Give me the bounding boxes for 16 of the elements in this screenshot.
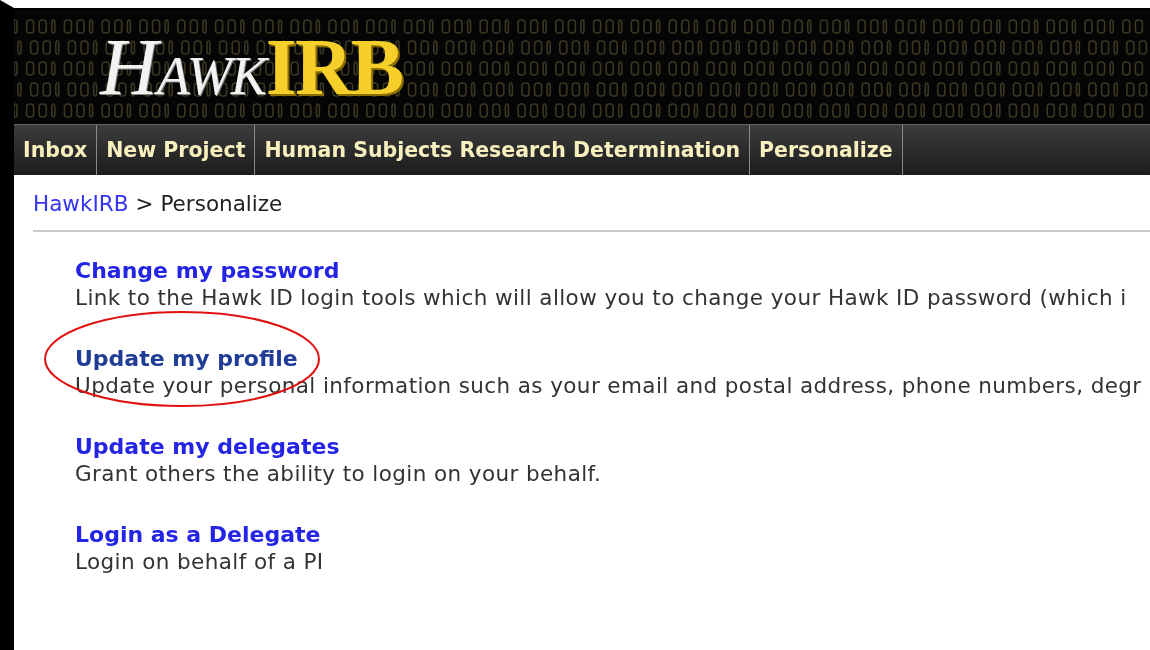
link-description: Login on behalf of a PI bbox=[75, 549, 325, 574]
settings-link[interactable]: Change my password bbox=[75, 258, 340, 283]
link-description: Grant others the ability to login on your behalf. bbox=[75, 461, 603, 486]
link-description: Link to the Hawk ID login tools which will allow you to change your Hawk ID password (which i bbox=[75, 285, 1128, 310]
logo-text: IRB bbox=[265, 21, 403, 113]
logo-text: HAWK bbox=[100, 21, 266, 113]
breadcrumb-link[interactable]: HawkIRB bbox=[33, 191, 129, 216]
settings-link[interactable]: Update my profile bbox=[75, 346, 298, 371]
settings-link[interactable]: Login as a Delegate bbox=[75, 522, 321, 547]
breadcrumb-current: Personalize bbox=[160, 191, 283, 216]
nav-tab[interactable]: Personalize bbox=[750, 125, 903, 175]
nav-tab[interactable]: Human Subjects Research Determination bbox=[255, 125, 751, 175]
nav-tab[interactable]: New Project bbox=[97, 125, 256, 175]
nav-tab[interactable]: Inbox bbox=[14, 125, 98, 175]
settings-link[interactable]: Update my delegates bbox=[75, 434, 340, 459]
breadcrumb-separator: > bbox=[135, 191, 154, 216]
